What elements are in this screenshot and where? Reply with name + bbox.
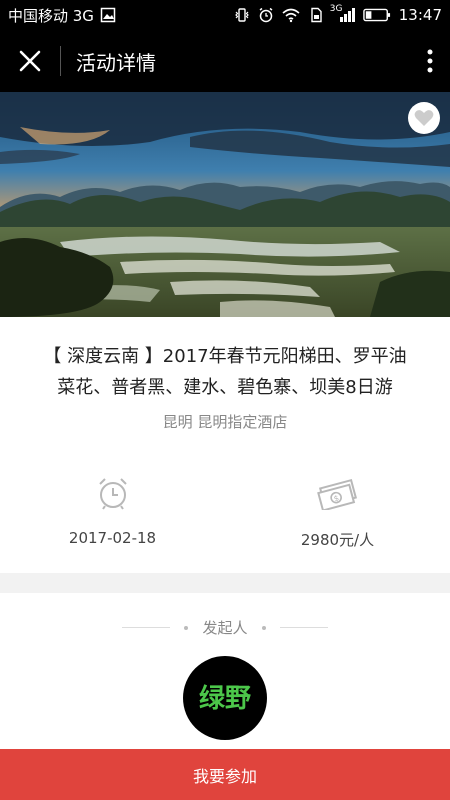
divider-dot	[184, 625, 189, 630]
close-icon	[19, 50, 41, 72]
hero-image	[0, 92, 450, 317]
divider-line	[122, 627, 171, 628]
event-title: 【 深度云南 】2017年春节元阳梯田、罗平油菜花、普者黑、建水、碧色寨、坝美8…	[43, 346, 407, 398]
wifi-icon	[282, 8, 300, 23]
event-info-card: 【 深度云南 】2017年春节元阳梯田、罗平油菜花、普者黑、建水、碧色寨、坝美8…	[0, 317, 450, 573]
divider-line	[279, 627, 328, 628]
favorite-button[interactable]	[408, 102, 440, 134]
page-title: 活动详情	[76, 50, 156, 75]
carrier-label: 中国移动 3G	[8, 6, 94, 25]
alarm-clock-icon	[98, 478, 127, 510]
heart-icon	[414, 110, 434, 126]
clock-time: 13:47	[398, 6, 442, 24]
more-vertical-icon	[427, 49, 433, 73]
event-price-block: $ 2980元/人	[225, 475, 450, 550]
organizer-avatar[interactable]: 绿野	[183, 656, 267, 740]
event-location: 昆明 昆明指定酒店	[162, 413, 288, 431]
image-icon	[100, 7, 116, 23]
title-bar: 活动详情	[0, 30, 450, 92]
status-bar: 中国移动 3G 3G 13:47	[0, 0, 450, 30]
sim-icon	[311, 7, 322, 23]
vibrate-icon	[234, 8, 249, 22]
close-button[interactable]	[0, 30, 60, 92]
event-price: 2980元/人	[300, 531, 375, 549]
svg-text:绿野: 绿野	[199, 684, 251, 714]
battery-icon	[362, 8, 390, 22]
money-icon: $	[316, 478, 357, 510]
more-button[interactable]	[410, 30, 450, 92]
alarm-icon	[259, 7, 273, 23]
organizer-label: 发起人	[202, 619, 248, 637]
event-date-block: 2017-02-18	[0, 475, 225, 550]
landscape-photo	[0, 92, 450, 317]
organizer-header: 发起人	[0, 617, 450, 638]
organizer-section: 发起人 绿野	[0, 593, 450, 753]
signal-icon: 3G	[330, 4, 355, 22]
join-button[interactable]: 我要参加	[0, 749, 450, 800]
organizer-logo: 绿野	[199, 684, 251, 714]
divider-dot	[261, 625, 266, 630]
event-date: 2017-02-18	[68, 529, 157, 547]
event-meta: 2017-02-18 $ 2980元/人	[0, 475, 450, 550]
